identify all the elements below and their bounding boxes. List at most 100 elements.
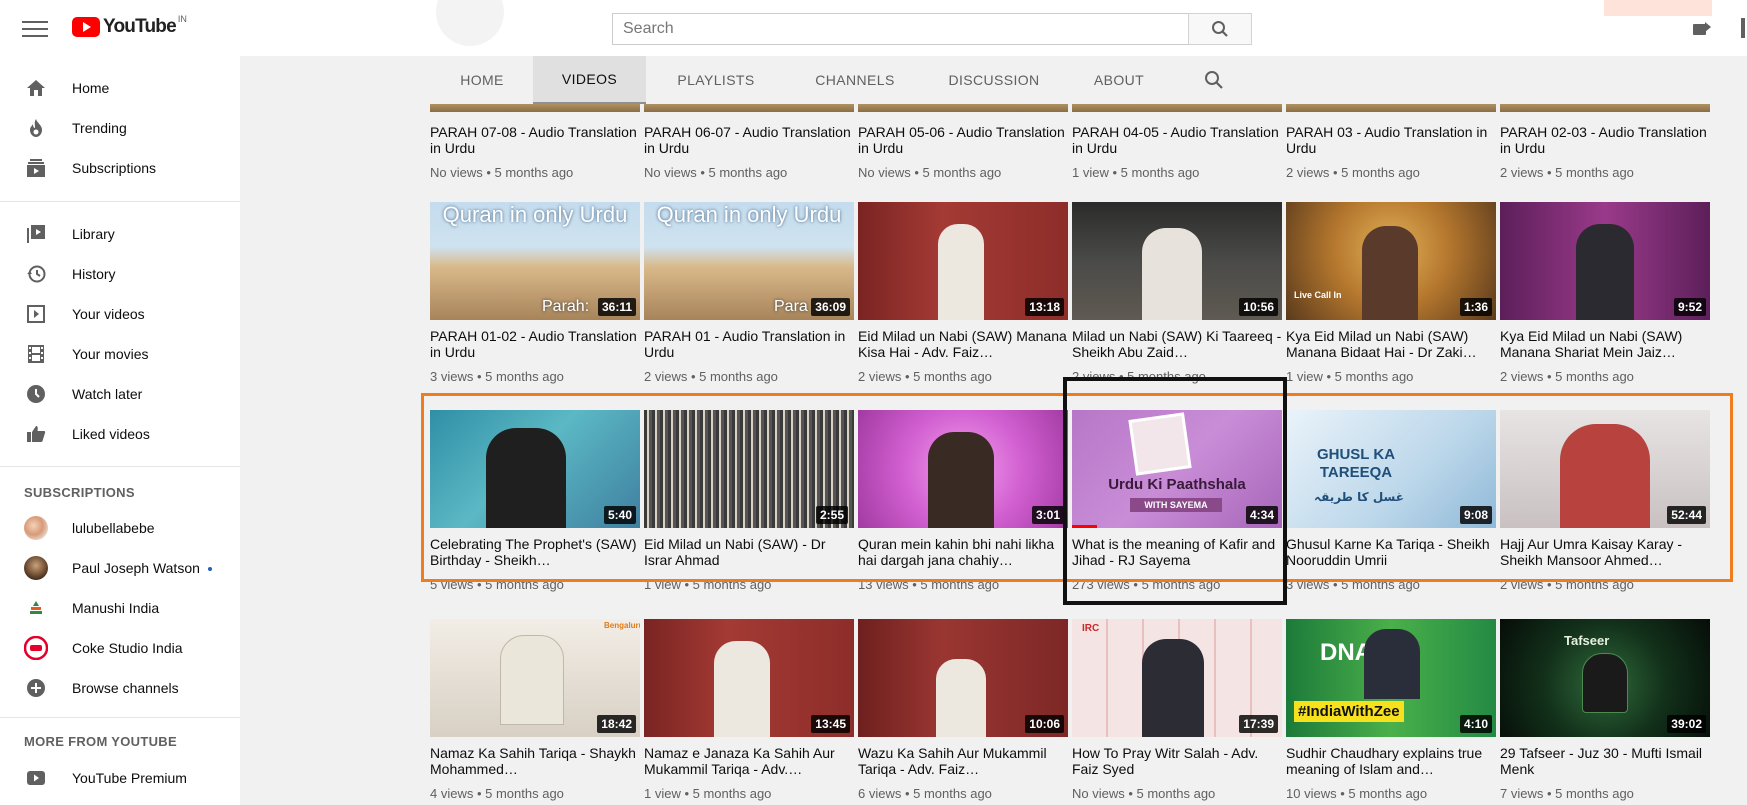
- video-title[interactable]: Kya Eid Milad un Nabi (SAW) Manana Shari…: [1500, 328, 1710, 360]
- video-title[interactable]: Namaz Ka Sahih Tariqa - Shaykh Mohammed…: [430, 745, 640, 777]
- video-title[interactable]: PARAH 02-03 - Audio Translation in Urdu: [1500, 124, 1710, 156]
- video-card[interactable]: 13:18 Eid Milad un Nabi (SAW) Manana Kis…: [858, 202, 1068, 384]
- video-card[interactable]: 52:44 Hajj Aur Umra Kaisay Karay - Sheik…: [1500, 410, 1710, 592]
- video-card[interactable]: PARAH 05-06 - Audio Translation in Urdu …: [858, 102, 1068, 180]
- video-thumbnail[interactable]: 9:52: [1500, 202, 1710, 320]
- video-title[interactable]: Eid Milad un Nabi (SAW) Manana Kisa Hai …: [858, 328, 1068, 360]
- video-title[interactable]: PARAH 04-05 - Audio Translation in Urdu: [1072, 124, 1282, 156]
- video-thumbnail[interactable]: Quran in only Urdu Para 36:09: [644, 202, 854, 320]
- video-thumbnail[interactable]: Live Call In 1:36: [1286, 202, 1496, 320]
- video-thumbnail[interactable]: 13:18: [858, 202, 1068, 320]
- video-thumbnail[interactable]: GHUSL KA TAREEQA غسل کا طریقہ 9:08: [1286, 410, 1496, 528]
- tab-playlists[interactable]: PLAYLISTS: [646, 56, 786, 104]
- apps-icon-partial[interactable]: [1741, 18, 1745, 38]
- video-title[interactable]: 29 Tafseer - Juz 30 - Mufti Ismail Menk: [1500, 745, 1710, 777]
- video-card[interactable]: PARAH 04-05 - Audio Translation in Urdu …: [1072, 102, 1282, 180]
- sidebar-item-library[interactable]: Library: [0, 214, 240, 254]
- search-button[interactable]: [1188, 13, 1252, 45]
- video-title[interactable]: How To Pray Witr Salah - Adv. Faiz Syed: [1072, 745, 1282, 777]
- sidebar-item-subscriptions[interactable]: Subscriptions: [0, 148, 240, 188]
- video-duration: 2:55: [816, 506, 849, 524]
- video-title[interactable]: Celebrating The Prophet's (SAW) Birthday…: [430, 536, 640, 568]
- video-card[interactable]: Tafseer 39:02 29 Tafseer - Juz 30 - Muft…: [1500, 619, 1710, 801]
- video-title[interactable]: Kya Eid Milad un Nabi (SAW) Manana Bidaa…: [1286, 328, 1496, 360]
- search-input[interactable]: [612, 13, 1188, 45]
- video-card[interactable]: 9:52 Kya Eid Milad un Nabi (SAW) Manana …: [1500, 202, 1710, 384]
- sidebar-item-coke-studio-india[interactable]: Coke Studio India: [0, 628, 240, 668]
- video-thumbnail[interactable]: Urdu Ki Paathshala WITH SAYEMA 4:34: [1072, 410, 1282, 528]
- video-title[interactable]: Quran mein kahin bhi nahi likha hai darg…: [858, 536, 1068, 568]
- video-thumbnail[interactable]: 10:06: [858, 619, 1068, 737]
- video-card[interactable]: GHUSL KA TAREEQA غسل کا طریقہ 9:08 Ghusu…: [1286, 410, 1496, 592]
- video-card[interactable]: 5:40 Celebrating The Prophet's (SAW) Bir…: [430, 410, 640, 592]
- video-title[interactable]: PARAH 03 - Audio Translation in Urdu: [1286, 124, 1496, 156]
- video-card[interactable]: Live Call In 1:36 Kya Eid Milad un Nabi …: [1286, 202, 1496, 384]
- video-card[interactable]: 3:01 Quran mein kahin bhi nahi likha hai…: [858, 410, 1068, 592]
- video-title[interactable]: Sudhir Chaudhary explains true meaning o…: [1286, 745, 1496, 777]
- video-card[interactable]: DNA #IndiaWithZee 4:10 Sudhir Chaudhary …: [1286, 619, 1496, 801]
- sidebar-item-browse-channels[interactable]: Browse channels: [0, 668, 240, 708]
- video-title[interactable]: PARAH 07-08 - Audio Translation in Urdu: [430, 124, 640, 156]
- channel-search-button[interactable]: [1204, 70, 1224, 95]
- create-video-icon[interactable]: [1693, 22, 1711, 40]
- video-thumbnail[interactable]: 3:01: [858, 410, 1068, 528]
- sidebar-item-youtube-premium[interactable]: YouTube Premium: [0, 758, 240, 798]
- video-card[interactable]: PARAH 02-03 - Audio Translation in Urdu …: [1500, 102, 1710, 180]
- video-card[interactable]: 10:56 Milad un Nabi (SAW) Ki Taareeq - S…: [1072, 202, 1282, 384]
- video-card[interactable]: PARAH 07-08 - Audio Translation in Urdu …: [430, 102, 640, 180]
- tab-channels[interactable]: CHANNELS: [786, 56, 924, 104]
- video-title[interactable]: What is the meaning of Kafir and Jihad -…: [1072, 536, 1282, 568]
- tab-home[interactable]: HOME: [422, 56, 542, 104]
- sidebar-item-trending[interactable]: Trending: [0, 108, 240, 148]
- video-title[interactable]: PARAH 01 - Audio Translation in Urdu: [644, 328, 854, 360]
- video-thumbnail[interactable]: 13:45: [644, 619, 854, 737]
- video-title[interactable]: Ghusul Karne Ka Tariqa - Sheikh Nooruddi…: [1286, 536, 1496, 568]
- sidebar-item-your-movies[interactable]: Your movies: [0, 334, 240, 374]
- video-thumbnail[interactable]: Quran in only Urdu Parah: 36:11: [430, 202, 640, 320]
- video-card[interactable]: Bengaluru 18:42 Namaz Ka Sahih Tariqa - …: [430, 619, 640, 801]
- video-title[interactable]: PARAH 06-07 - Audio Translation in Urdu: [644, 124, 854, 156]
- menu-icon[interactable]: [22, 18, 48, 38]
- video-card[interactable]: 10:06 Wazu Ka Sahih Aur Mukammil Tariqa …: [858, 619, 1068, 801]
- video-title[interactable]: Eid Milad un Nabi (SAW) - Dr Israr Ahmad: [644, 536, 854, 568]
- thumbnail-caption: GHUSL KA TAREEQA: [1316, 446, 1396, 481]
- video-card[interactable]: Quran in only Urdu Para 36:09 PARAH 01 -…: [644, 202, 854, 384]
- video-card[interactable]: Quran in only Urdu Parah: 36:11 PARAH 01…: [430, 202, 640, 384]
- video-card[interactable]: PARAH 03 - Audio Translation in Urdu 2 v…: [1286, 102, 1496, 180]
- sidebar-divider: [0, 201, 240, 202]
- sidebar-item-liked-videos[interactable]: Liked videos: [0, 414, 240, 454]
- tab-discussion[interactable]: DISCUSSION: [924, 56, 1064, 104]
- sidebar-item-lulubellabebe[interactable]: lulubellabebe: [0, 508, 240, 548]
- video-title[interactable]: Milad un Nabi (SAW) Ki Taareeq - Sheikh …: [1072, 328, 1282, 360]
- video-thumbnail[interactable]: 10:56: [1072, 202, 1282, 320]
- video-card[interactable]: Urdu Ki Paathshala WITH SAYEMA 4:34 What…: [1072, 410, 1282, 592]
- video-title[interactable]: Namaz e Janaza Ka Sahih Aur Mukammil Tar…: [644, 745, 854, 777]
- sidebar-item-history[interactable]: History: [0, 254, 240, 294]
- tab-videos[interactable]: VIDEOS: [533, 56, 646, 104]
- video-duration: 39:02: [1667, 715, 1706, 733]
- sidebar-item-manushi-india[interactable]: Manushi India: [0, 588, 240, 628]
- subscribe-button-partial[interactable]: [1604, 0, 1712, 16]
- video-thumbnail[interactable]: 52:44: [1500, 410, 1710, 528]
- tab-about[interactable]: ABOUT: [1064, 56, 1174, 104]
- sidebar-item-paul-joseph-watson[interactable]: Paul Joseph Watson: [0, 548, 240, 588]
- video-title[interactable]: Wazu Ka Sahih Aur Mukammil Tariqa - Adv.…: [858, 745, 1068, 777]
- youtube-logo[interactable]: YouTube IN: [72, 14, 187, 38]
- sidebar-item-watch-later[interactable]: Watch later: [0, 374, 240, 414]
- video-thumbnail[interactable]: 5:40: [430, 410, 640, 528]
- sidebar-item-your-videos[interactable]: Your videos: [0, 294, 240, 334]
- thumbnail-caption: Live Call In: [1294, 290, 1342, 300]
- video-thumbnail[interactable]: Bengaluru 18:42: [430, 619, 640, 737]
- video-card[interactable]: PARAH 06-07 - Audio Translation in Urdu …: [644, 102, 854, 180]
- video-card[interactable]: 13:45 Namaz e Janaza Ka Sahih Aur Mukamm…: [644, 619, 854, 801]
- video-title[interactable]: PARAH 01-02 - Audio Translation in Urdu: [430, 328, 640, 360]
- video-thumbnail[interactable]: Tafseer 39:02: [1500, 619, 1710, 737]
- library-icon: [24, 222, 48, 246]
- sidebar-item-home[interactable]: Home: [0, 68, 240, 108]
- video-card[interactable]: IRC 17:39 How To Pray Witr Salah - Adv. …: [1072, 619, 1282, 801]
- video-title[interactable]: Hajj Aur Umra Kaisay Karay - Sheikh Mans…: [1500, 536, 1710, 568]
- video-card[interactable]: 2:55 Eid Milad un Nabi (SAW) - Dr Israr …: [644, 410, 854, 592]
- video-thumbnail[interactable]: DNA #IndiaWithZee 4:10: [1286, 619, 1496, 737]
- video-thumbnail[interactable]: IRC 17:39: [1072, 619, 1282, 737]
- video-title[interactable]: PARAH 05-06 - Audio Translation in Urdu: [858, 124, 1068, 156]
